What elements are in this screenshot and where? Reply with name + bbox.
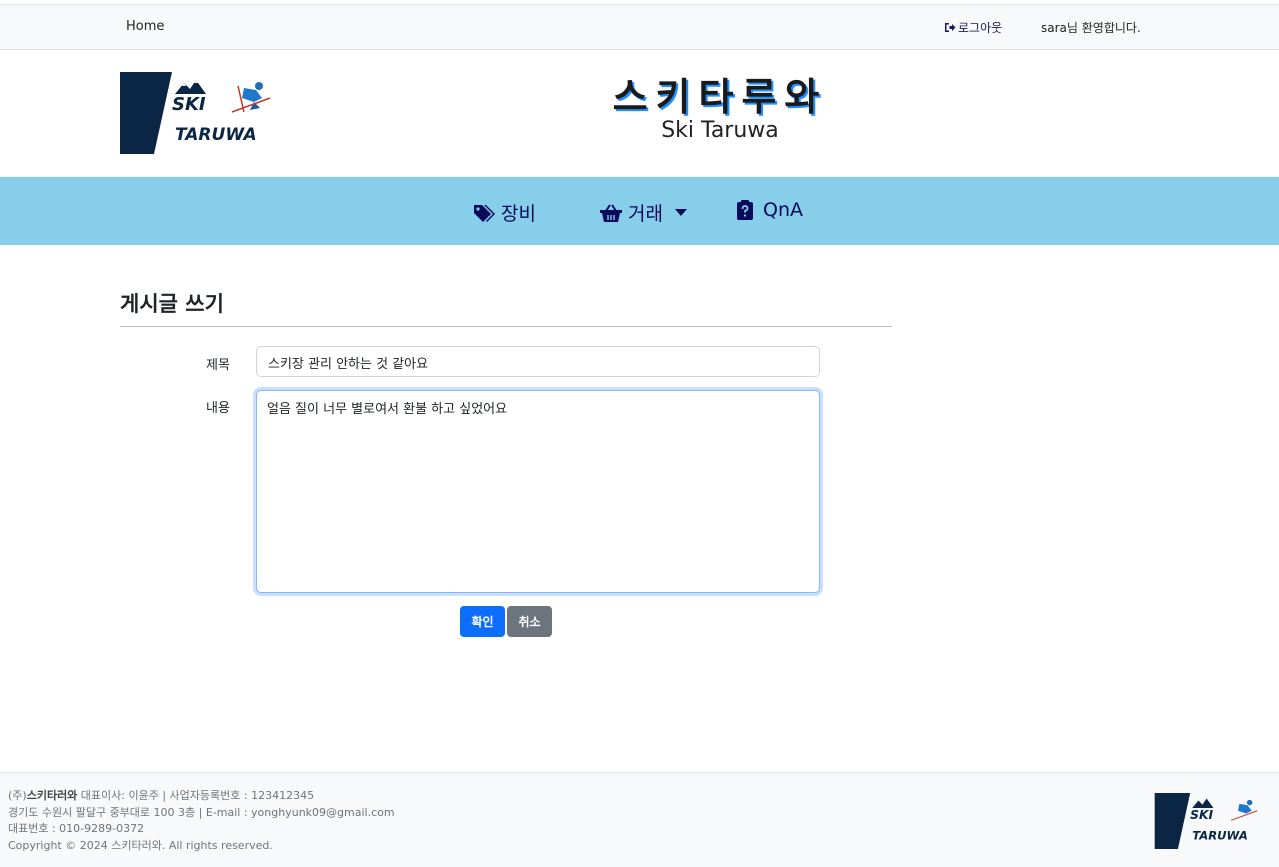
footer-info: (주)스키타러와 대표이사: 이윤주 | 사업자등록번호 : 123412345… (8, 788, 395, 854)
footer-phone: 대표번호 : 010-9289-0372 (8, 822, 145, 835)
basket-icon (600, 203, 622, 222)
site-header: SKI TARUWA 스키타루와 Ski Taruwa (0, 50, 1279, 177)
svg-text:SKI: SKI (1190, 808, 1213, 822)
site-title: 스키타루와 (612, 75, 828, 119)
logout-link[interactable]: 로그아웃 (944, 19, 1002, 36)
ski-taruwa-logo[interactable]: SKI TARUWA (120, 72, 282, 154)
main-nav: 장비 거래 QnA (0, 177, 1279, 245)
nav-label-qna: QnA (763, 199, 803, 221)
caret-down-icon (674, 208, 687, 216)
svg-text:TARUWA: TARUWA (1192, 828, 1248, 842)
site-footer: (주)스키타러와 대표이사: 이윤주 | 사업자등록번호 : 123412345… (0, 772, 1279, 867)
title-input[interactable]: 스키장 관리 안하는 것 같아요 (256, 346, 820, 377)
footer-company-name: 스키타러와 (26, 789, 78, 802)
top-bar: Home 로그아웃 sara님 환영합니다. (0, 4, 1279, 50)
svg-text:SKI: SKI (172, 94, 206, 115)
footer-address: 경기도 수원시 팔달구 중부대로 100 3층 | E-mail : yongh… (8, 805, 395, 819)
tags-icon (474, 204, 495, 222)
site-subtitle: Ski Taruwa (661, 118, 779, 143)
nav-item-equipment[interactable]: 장비 (473, 199, 536, 226)
nav-item-qna[interactable]: QnA (737, 199, 803, 221)
nav-label-equipment: 장비 (501, 203, 536, 225)
footer-logo: SKI TARUWA (1154, 793, 1258, 849)
content-textarea[interactable]: 얼음 질이 너무 별로여서 환불 하고 싶었어요 (256, 390, 820, 593)
svg-text:TARUWA: TARUWA (175, 125, 257, 145)
sign-out-icon (945, 23, 956, 32)
skier-icon (231, 82, 271, 113)
footer-copyright: Copyright © 2024 스키타러와. All rights reser… (8, 838, 273, 852)
content-label: 내용 (206, 401, 230, 416)
footer-line-company: (주)스키타러와 대표이사: 이윤주 | 사업자등록번호 : 123412345 (8, 788, 395, 805)
nav-label-trade: 거래 (628, 203, 663, 225)
submit-button[interactable]: 확인 (460, 606, 505, 637)
title-divider (120, 326, 892, 327)
clipboard-question-icon (737, 200, 753, 220)
logout-label: 로그아웃 (958, 21, 1003, 35)
footer-ceo-info: 대표이사: 이윤주 | 사업자등록번호 : 123412345 (77, 789, 315, 802)
page-title: 게시글 쓰기 (120, 292, 224, 316)
home-link[interactable]: Home (126, 19, 164, 34)
cancel-button[interactable]: 취소 (507, 606, 552, 637)
welcome-text: sara님 환영합니다. (1041, 21, 1141, 35)
title-label: 제목 (206, 358, 230, 373)
nav-item-trade[interactable]: 거래 (600, 199, 687, 226)
footer-company-prefix: (주) (8, 789, 27, 802)
